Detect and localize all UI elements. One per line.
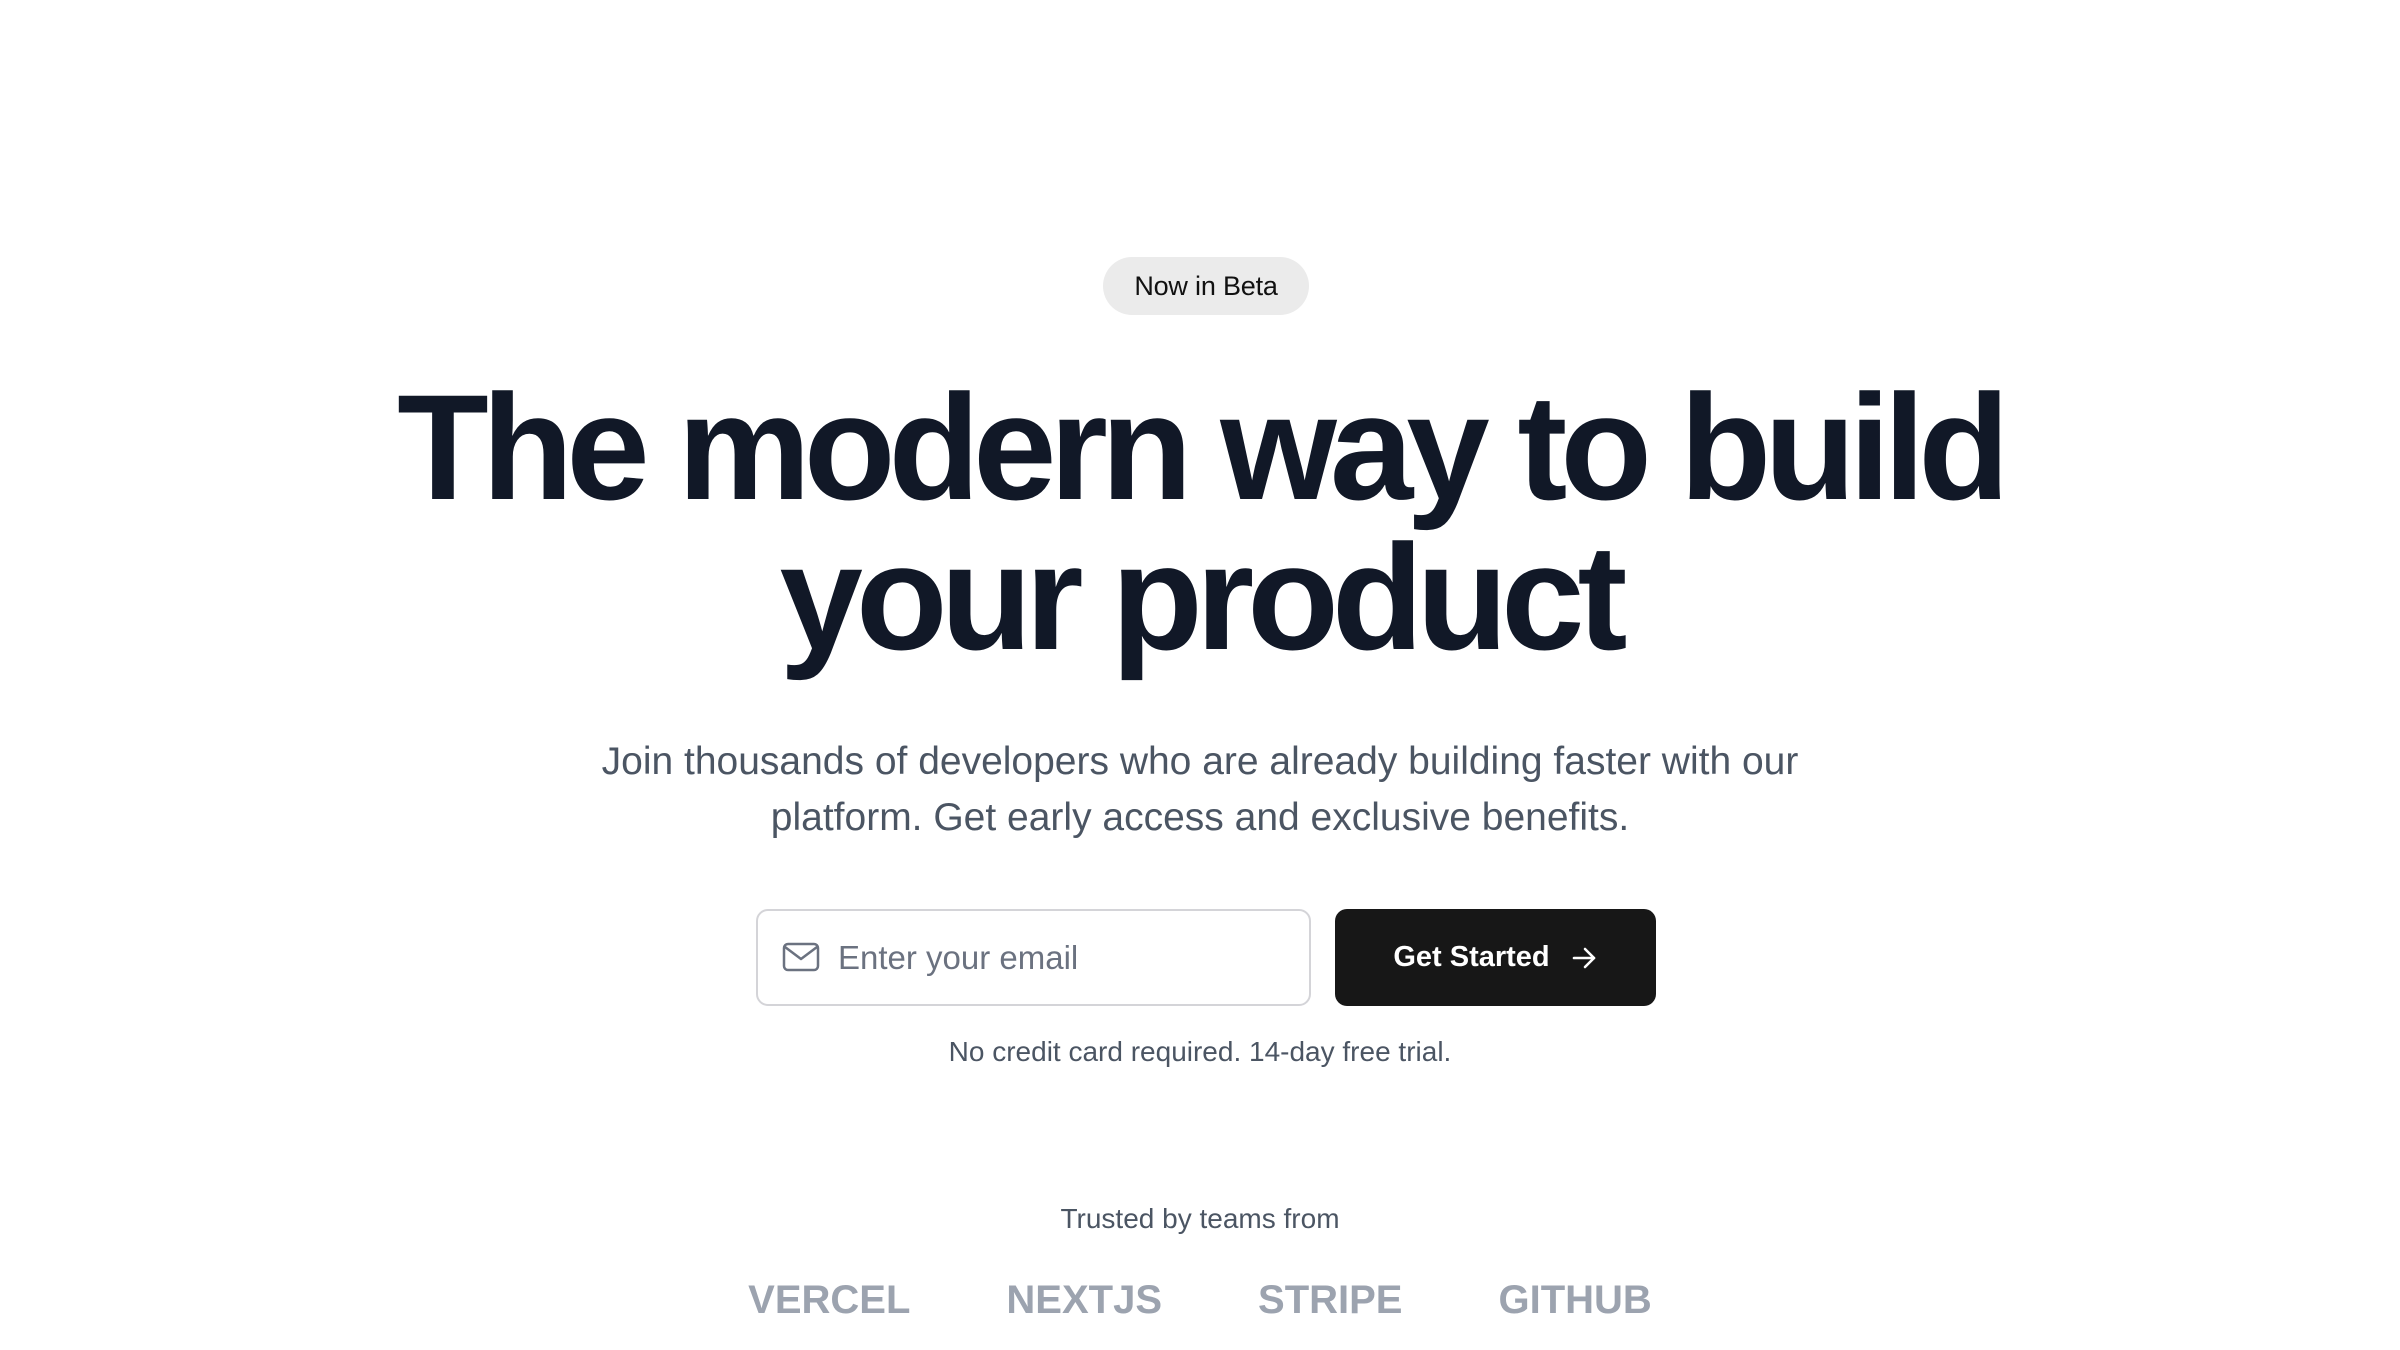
hero-headline: The modern way to build your product — [0, 372, 2400, 672]
signup-fineprint: No credit card required. 14-day free tri… — [948, 1036, 1452, 1067]
logo-nextjs: NEXTJS — [1006, 1278, 1163, 1322]
hero-subtitle: Join thousands of developers who are alr… — [0, 734, 2400, 846]
hero-headline-line-2: your product — [779, 513, 1628, 681]
landing-page: Now in Beta The modern way to build your… — [0, 0, 2400, 1350]
mail-icon — [782, 942, 820, 972]
hero-headline-line-1: The modern way to build — [397, 363, 2010, 531]
hero-subtitle-line-1: Join thousands of developers who are alr… — [601, 740, 1799, 783]
logo-vercel: VERCEL — [748, 1278, 911, 1322]
hero-subtitle-line-2: platform. Get early access and exclusive… — [770, 796, 1630, 839]
beta-badge: Now in Beta — [1103, 257, 1309, 315]
logo-stripe: STRIPE — [1258, 1278, 1403, 1322]
get-started-label: Get Started — [1393, 941, 1550, 973]
get-started-button[interactable]: Get Started — [1335, 909, 1656, 1006]
logo-github: GITHUB — [1498, 1278, 1652, 1322]
trusted-by-label: Trusted by teams from — [1060, 1203, 1340, 1234]
email-input[interactable] — [838, 911, 1298, 1004]
customer-logos: VERCEL NEXTJS STRIPE GITHUB — [0, 1275, 2400, 1325]
arrow-right-icon — [1572, 947, 1595, 968]
email-field-container[interactable] — [756, 909, 1311, 1006]
